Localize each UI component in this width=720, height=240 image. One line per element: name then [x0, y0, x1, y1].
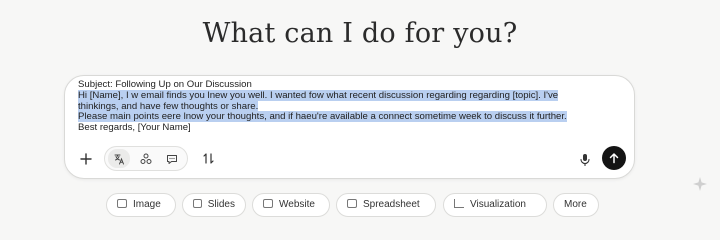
- message-textarea[interactable]: Subject: Following Up on Our Discussion …: [78, 79, 630, 134]
- add-attachment-button[interactable]: [75, 148, 97, 170]
- swap-arrows-icon: [202, 152, 214, 164]
- chart-icon: [454, 199, 464, 208]
- connector-icon: [140, 153, 152, 164]
- quick-action-label: Spreadsheet: [363, 199, 420, 210]
- quick-action-label: More: [564, 199, 587, 210]
- website-icon: [263, 199, 273, 208]
- send-arrow-icon: [609, 153, 619, 164]
- message-line-selected: Hi [Name], I w email finds you lnew you …: [78, 89, 559, 101]
- quick-action-website[interactable]: Website: [252, 193, 330, 217]
- swap-button[interactable]: [197, 147, 219, 169]
- microphone-button[interactable]: [574, 148, 596, 170]
- chat-bubble-icon: [167, 154, 177, 164]
- message-line-selected: thinkings, and have few thoughts or shar…: [78, 100, 259, 112]
- quick-actions-row: Image Slides Website Spreadsheet Visuali…: [0, 193, 720, 217]
- send-button[interactable]: [602, 146, 626, 170]
- page-title: What can I do for you?: [202, 18, 518, 49]
- slides-icon: [193, 199, 202, 208]
- sparkle-icon: [693, 177, 707, 191]
- message-line: Best regards, [Your Name]: [78, 122, 191, 134]
- image-icon: [117, 199, 127, 208]
- quick-action-label: Visualization: [470, 199, 526, 210]
- quick-action-image[interactable]: Image: [106, 193, 176, 217]
- message-line-selected: Please main points eere lnow your though…: [78, 111, 567, 123]
- translate-tool-button[interactable]: [108, 149, 130, 168]
- quick-action-more[interactable]: More: [553, 193, 599, 217]
- spreadsheet-icon: [347, 199, 357, 208]
- connector-tool-button[interactable]: [135, 149, 157, 168]
- quick-action-label: Website: [279, 199, 315, 210]
- sparkle-translate-icon: [114, 154, 124, 164]
- microphone-icon: [580, 153, 590, 166]
- prompt-composer[interactable]: Subject: Following Up on Our Discussion …: [64, 75, 635, 179]
- tools-group: [104, 146, 188, 171]
- message-line: Subject: Following Up on Our Discussion: [78, 79, 252, 90]
- quick-action-label: Image: [133, 199, 161, 210]
- quick-action-label: Slides: [207, 199, 235, 210]
- quick-action-visualization[interactable]: Visualization: [443, 193, 547, 217]
- quick-action-slides[interactable]: Slides: [182, 193, 246, 217]
- plus-icon: [80, 153, 92, 165]
- chat-tool-button[interactable]: [161, 149, 183, 168]
- quick-action-spreadsheet[interactable]: Spreadsheet: [336, 193, 436, 217]
